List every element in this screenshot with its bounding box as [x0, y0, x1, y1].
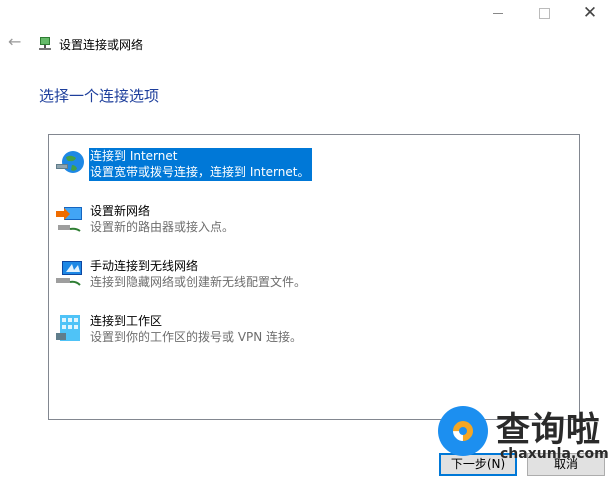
- workplace-icon: [56, 315, 80, 341]
- window-title: 设置连接或网络: [59, 38, 144, 52]
- option-manual-wireless[interactable]: 手动连接到无线网络 连接到隐藏网络或创建新无线配置文件。: [49, 258, 349, 306]
- option-new-network[interactable]: 设置新网络 设置新的路由器或接入点。: [49, 203, 349, 251]
- wireless-monitor-icon: [56, 261, 82, 286]
- option-description: 设置新的路由器或接入点。: [90, 220, 235, 234]
- option-title: 连接到工作区: [90, 314, 163, 328]
- new-network-icon: [56, 207, 82, 232]
- watermark: 查询啦 chaxunla.com: [434, 398, 613, 470]
- option-description: 设置宽带或拨号连接，连接到 Internet。: [90, 165, 310, 179]
- window-controls: ✕: [475, 0, 613, 26]
- close-button[interactable]: ✕: [567, 0, 613, 26]
- option-connect-internet[interactable]: 连接到 Internet 设置宽带或拨号连接，连接到 Internet。: [49, 148, 349, 196]
- network-setup-icon: [39, 37, 51, 50]
- maximize-button[interactable]: [521, 0, 567, 26]
- option-connect-workplace[interactable]: 连接到工作区 设置到你的工作区的拨号或 VPN 连接。: [49, 313, 349, 361]
- option-title: 设置新网络: [90, 204, 151, 218]
- option-description: 连接到隐藏网络或创建新无线配置文件。: [90, 275, 307, 289]
- minimize-button[interactable]: [475, 0, 521, 26]
- watermark-brand: 查询啦: [496, 410, 601, 450]
- page-heading: 选择一个连接选项: [39, 87, 160, 105]
- watermark-url: chaxunla.com: [500, 446, 609, 462]
- option-title: 手动连接到无线网络: [90, 259, 199, 273]
- option-description: 设置到你的工作区的拨号或 VPN 连接。: [90, 330, 303, 344]
- watermark-logo-icon: [438, 406, 488, 456]
- back-arrow-icon[interactable]: ←: [8, 34, 24, 50]
- connection-options-list[interactable]: 连接到 Internet 设置宽带或拨号连接，连接到 Internet。 设置新…: [48, 134, 580, 420]
- option-title: 连接到 Internet: [90, 149, 178, 163]
- globe-network-icon: [56, 151, 84, 173]
